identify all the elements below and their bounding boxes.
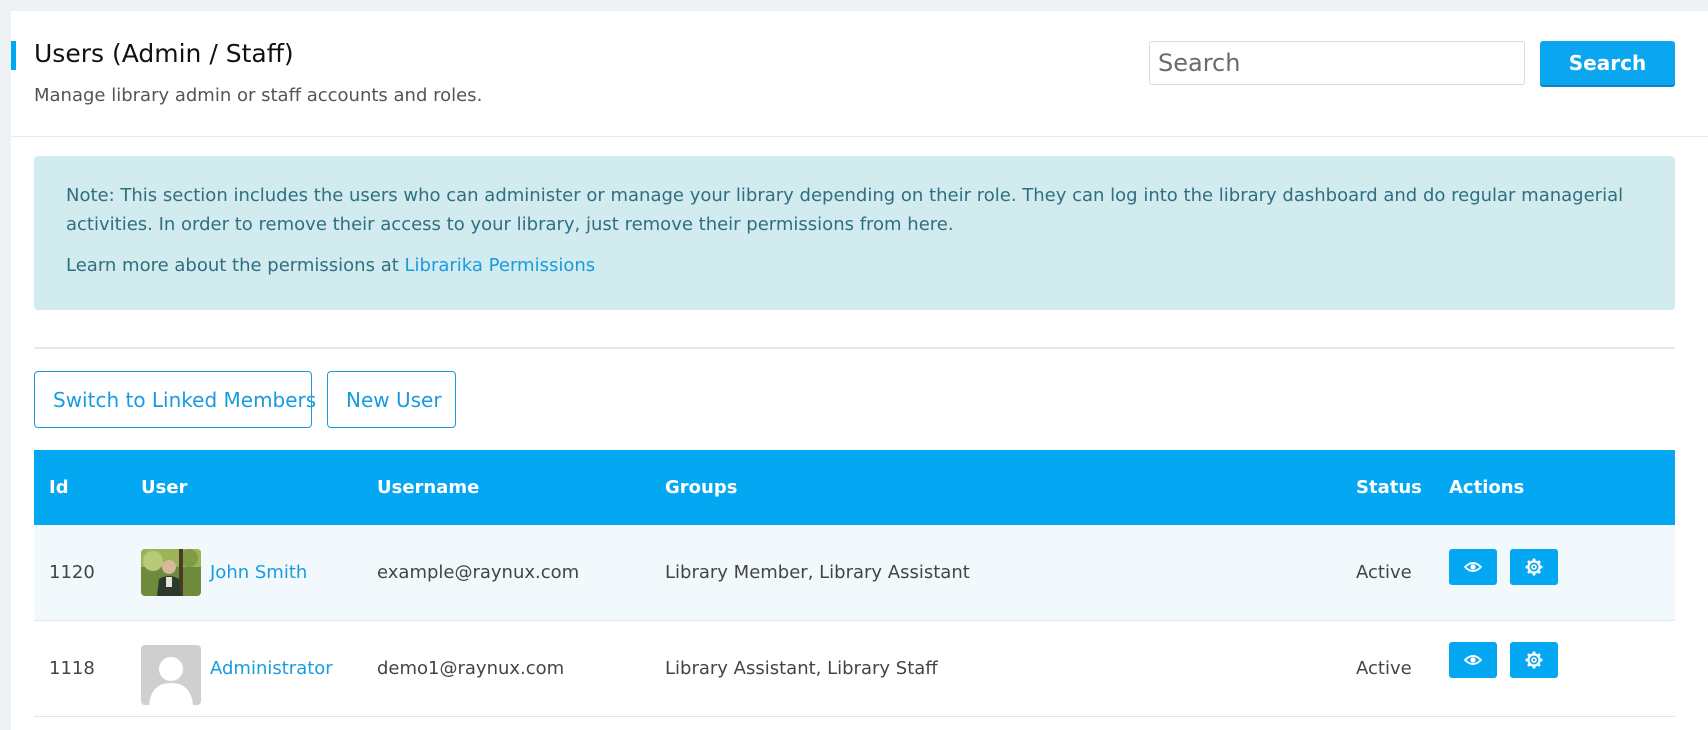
user-photo: [141, 549, 201, 596]
user-id: 1120: [49, 562, 95, 583]
section-divider: [34, 347, 1675, 349]
users-panel: Users (Admin / Staff) Manage library adm…: [11, 11, 1708, 730]
avatar: [141, 549, 201, 596]
learn-more-text: Learn more about the permissions at: [66, 255, 405, 276]
username: demo1@raynux.com: [377, 658, 565, 679]
search-button[interactable]: Search: [1540, 41, 1675, 85]
gear-icon: [1525, 651, 1543, 669]
page-title: Users (Admin / Staff): [34, 39, 294, 68]
new-user-button[interactable]: New User: [327, 371, 456, 428]
table-row: 1118 Administrator demo1@raynux.com Libr…: [34, 621, 1675, 717]
eye-icon: [1464, 562, 1482, 572]
user-status: Active: [1356, 562, 1412, 583]
alert-note: Note: This section includes the users wh…: [66, 185, 1624, 235]
users-table: Id User Username Groups Status Actions 1…: [34, 450, 1675, 717]
eye-icon: [1464, 655, 1482, 665]
column-header-actions: Actions: [1449, 477, 1525, 498]
search-input[interactable]: [1149, 41, 1525, 85]
user-name-link[interactable]: John Smith: [210, 562, 307, 583]
switch-linked-members-button[interactable]: Switch to Linked Members: [34, 371, 316, 428]
default-avatar-icon: [141, 645, 201, 705]
page-subtitle: Manage library admin or staff accounts a…: [34, 85, 483, 106]
column-header-user[interactable]: User: [141, 477, 187, 498]
user-groups: Library Member, Library Assistant: [665, 562, 970, 583]
username: example@raynux.com: [377, 562, 580, 583]
alert-learn-more: Learn more about the permissions at Libr…: [66, 251, 1643, 280]
column-header-status[interactable]: Status: [1356, 477, 1422, 498]
column-header-username[interactable]: Username: [377, 477, 479, 498]
info-alert: Note: This section includes the users wh…: [34, 156, 1675, 310]
gear-icon: [1525, 558, 1543, 576]
table-header: Id User Username Groups Status Actions: [34, 450, 1675, 525]
avatar: [141, 645, 201, 705]
view-user-button[interactable]: [1449, 642, 1497, 678]
user-groups: Library Assistant, Library Staff: [665, 658, 938, 679]
view-user-button[interactable]: [1449, 549, 1497, 585]
page-header: Users (Admin / Staff) Manage library adm…: [11, 11, 1708, 137]
column-header-id[interactable]: Id: [49, 477, 69, 498]
user-name-link[interactable]: Administrator: [210, 658, 333, 679]
column-header-groups[interactable]: Groups: [665, 477, 737, 498]
user-id: 1118: [49, 658, 95, 679]
permissions-link[interactable]: Librarika Permissions: [405, 255, 596, 276]
title-accent-bar: [11, 41, 16, 70]
user-settings-button[interactable]: [1510, 642, 1558, 678]
table-row: 1120 John Smith example@raynux.com Libra…: [34, 525, 1675, 621]
user-settings-button[interactable]: [1510, 549, 1558, 585]
user-status: Active: [1356, 658, 1412, 679]
